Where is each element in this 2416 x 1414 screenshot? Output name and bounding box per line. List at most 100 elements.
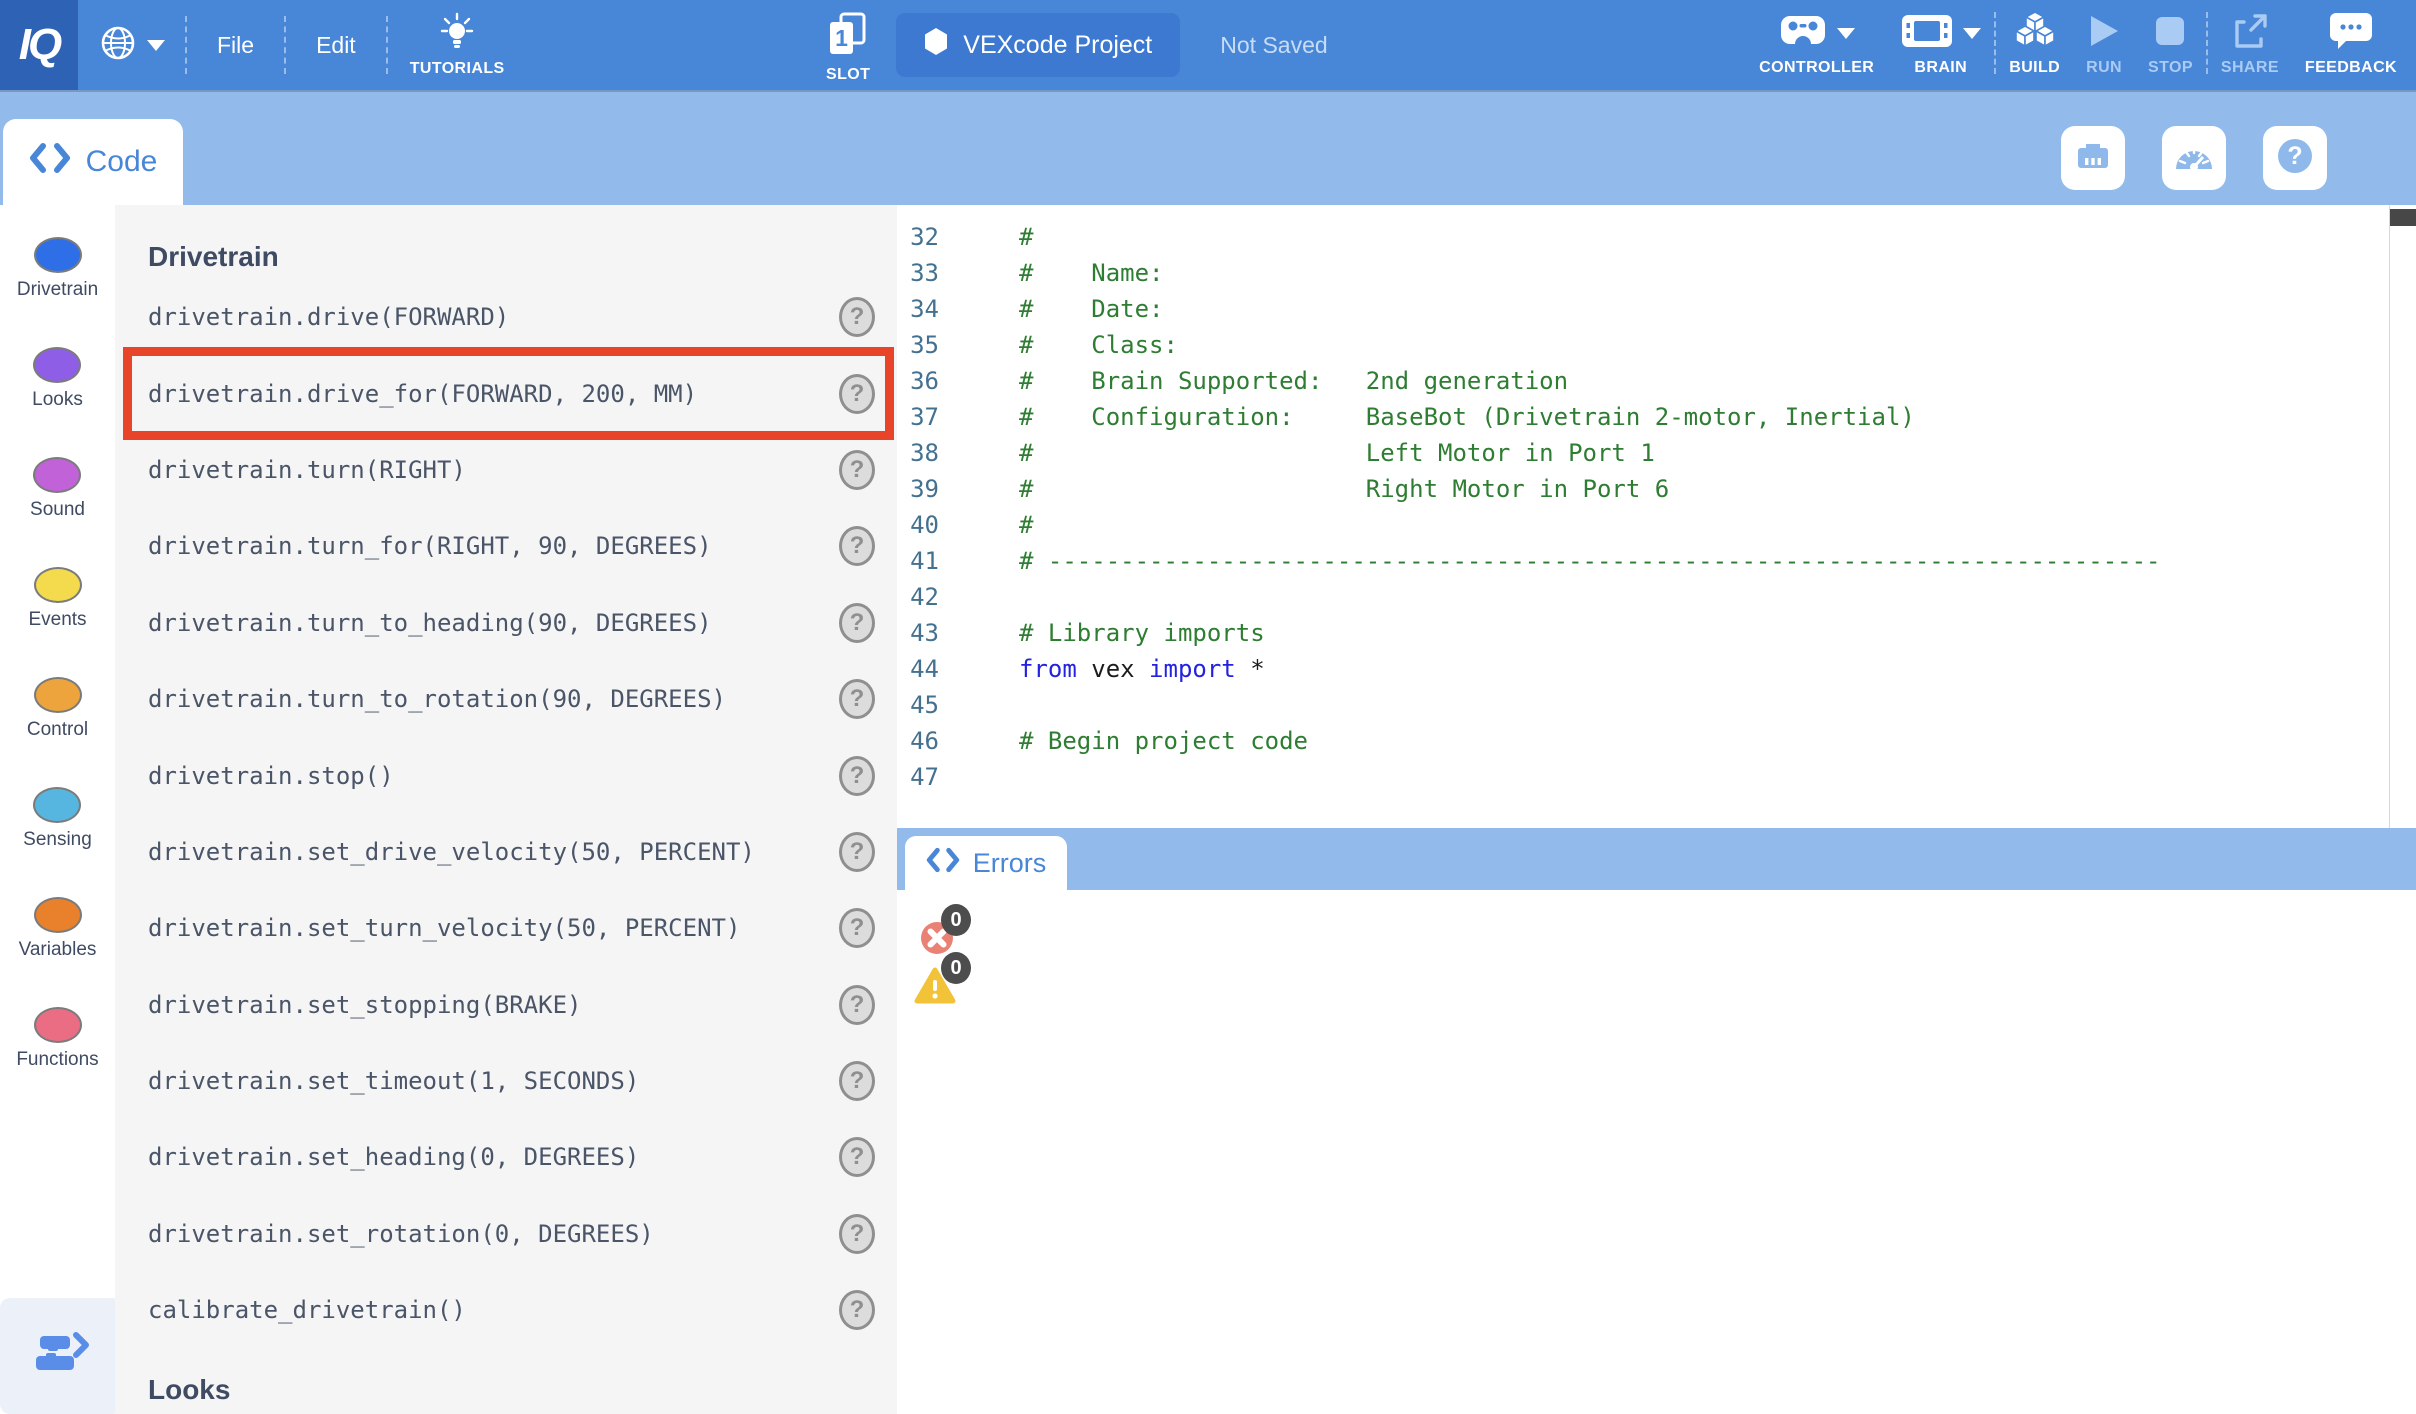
command-code[interactable]: drivetrain.set_heading(0, DEGREES) (148, 1143, 639, 1171)
command-code[interactable]: drivetrain.drive_for(FORWARD, 200, MM) (148, 380, 697, 408)
sidebar-category-item[interactable]: Looks (32, 337, 83, 447)
line-number: 33 (897, 255, 939, 291)
controller-button[interactable]: CONTROLLER (1746, 0, 1887, 90)
tab-code[interactable]: Code (3, 119, 183, 205)
command-help-icon[interactable]: ? (839, 526, 875, 566)
slot-button[interactable]: 1 SLOT (826, 6, 870, 84)
line-number: 34 (897, 291, 939, 327)
command-row[interactable]: drivetrain.turn_to_heading(90, DEGREES) … (115, 585, 897, 661)
device-info-button[interactable] (2061, 126, 2125, 190)
command-code[interactable]: drivetrain.set_drive_velocity(50, PERCEN… (148, 838, 755, 866)
blocks-swap-icon (32, 1331, 90, 1382)
brain-label: BRAIN (1914, 59, 1967, 77)
category-label: Events (28, 609, 86, 631)
feedback-button[interactable]: FEEDBACK (2292, 0, 2410, 90)
command-code[interactable]: drivetrain.set_timeout(1, SECONDS) (148, 1067, 639, 1095)
share-label: SHARE (2221, 59, 2279, 77)
editor-scrollbar-thumb[interactable] (2390, 209, 2416, 226)
command-code[interactable]: calibrate_drivetrain() (148, 1296, 466, 1324)
command-code[interactable]: drivetrain.turn_to_rotation(90, DEGREES) (148, 685, 726, 713)
question-mark-icon: ? (2273, 134, 2317, 183)
command-row[interactable]: drivetrain.set_turn_velocity(50, PERCENT… (115, 890, 897, 966)
tab-errors[interactable]: Errors (905, 836, 1067, 890)
command-row[interactable]: drivetrain.drive(FORWARD) ? (115, 279, 897, 355)
command-help-icon[interactable]: ? (839, 679, 875, 719)
code-line: 32 # (897, 219, 2416, 255)
line-number: 36 (897, 363, 939, 399)
command-code[interactable]: drivetrain.turn_to_heading(90, DEGREES) (148, 609, 712, 637)
command-code[interactable]: drivetrain.stop() (148, 762, 394, 790)
line-content: # Name: (1019, 255, 1164, 291)
command-row[interactable]: drivetrain.turn(RIGHT) ? (115, 432, 897, 508)
globe-icon (98, 23, 138, 68)
command-help-icon[interactable]: ? (839, 908, 875, 948)
tutorials-button[interactable]: TUTORIALS (388, 12, 527, 78)
switch-to-blocks-button[interactable] (0, 1298, 122, 1414)
build-button[interactable]: BUILD (1996, 0, 2073, 90)
command-code[interactable]: drivetrain.set_rotation(0, DEGREES) (148, 1220, 654, 1248)
command-help-icon[interactable]: ? (839, 985, 875, 1025)
command-code[interactable]: drivetrain.drive(FORWARD) (148, 303, 509, 331)
dashboard-button[interactable] (2162, 126, 2226, 190)
category-label: Control (27, 719, 88, 741)
line-number: 46 (897, 723, 939, 759)
line-content: # --------------------------------------… (1019, 543, 2161, 579)
command-help-icon[interactable]: ? (839, 603, 875, 643)
slot-icon: 1 (828, 12, 868, 63)
command-row[interactable]: drivetrain.set_stopping(BRAKE) ? (115, 967, 897, 1043)
category-list: Drivetrain Looks Sound Events (0, 205, 115, 1107)
command-row[interactable]: drivetrain.set_drive_velocity(50, PERCEN… (115, 814, 897, 890)
command-help-icon[interactable]: ? (839, 297, 875, 337)
category-label: Looks (32, 389, 83, 411)
sidebar-category-item[interactable]: Events (28, 557, 86, 667)
command-help-icon[interactable]: ? (839, 374, 875, 414)
command-help-icon[interactable]: ? (839, 1137, 875, 1177)
line-number: 37 (897, 399, 939, 435)
command-row[interactable]: drivetrain.set_heading(0, DEGREES) ? (115, 1119, 897, 1195)
brain-button[interactable]: BRAIN (1887, 0, 1994, 90)
sidebar-category-item[interactable]: Control (27, 667, 88, 777)
sidebar-category-item[interactable]: Sound (30, 447, 85, 557)
command-help-icon[interactable]: ? (839, 1290, 875, 1330)
project-name: VEXcode Project (963, 31, 1152, 60)
command-help-icon[interactable]: ? (839, 832, 875, 872)
command-help-icon[interactable]: ? (839, 1061, 875, 1101)
code-tag-icon (29, 143, 71, 181)
code-line: 47 (897, 759, 2416, 795)
command-code[interactable]: drivetrain.set_turn_velocity(50, PERCENT… (148, 914, 740, 942)
command-code[interactable]: drivetrain.turn_for(RIGHT, 90, DEGREES) (148, 532, 712, 560)
line-number: 40 (897, 507, 939, 543)
command-row[interactable]: drivetrain.drive_for(FORWARD, 200, MM) ? (115, 355, 897, 431)
command-code[interactable]: drivetrain.turn(RIGHT) (148, 456, 466, 484)
line-content: # Left Motor in Port 1 (1019, 435, 1655, 471)
menu-group-right: CONTROLLER (1746, 0, 2410, 90)
command-help-icon[interactable]: ? (839, 1214, 875, 1254)
command-help-icon[interactable]: ? (839, 450, 875, 490)
command-row[interactable]: drivetrain.set_timeout(1, SECONDS) ? (115, 1043, 897, 1119)
command-help-icon[interactable]: ? (839, 756, 875, 796)
sidebar-category-item[interactable]: Drivetrain (17, 227, 98, 337)
line-content: # (1019, 219, 1033, 255)
category-label: Sensing (23, 829, 92, 851)
chevron-down-icon (147, 40, 165, 51)
command-row[interactable]: drivetrain.turn_for(RIGHT, 90, DEGREES) … (115, 508, 897, 584)
stop-button: STOP (2135, 0, 2206, 90)
command-code[interactable]: drivetrain.set_stopping(BRAKE) (148, 991, 581, 1019)
code-editor[interactable]: 32 # 33 # Name: 34 # Date: 35 # Class: 3… (897, 205, 2416, 828)
command-row[interactable]: drivetrain.set_rotation(0, DEGREES) ? (115, 1196, 897, 1272)
code-line: 40 # (897, 507, 2416, 543)
build-label: BUILD (2009, 59, 2060, 77)
command-row[interactable]: drivetrain.stop() ? (115, 737, 897, 813)
command-row[interactable]: calibrate_drivetrain() ? (115, 1272, 897, 1348)
category-label: Variables (19, 939, 97, 961)
sidebar-category-item[interactable]: Variables (19, 887, 97, 997)
language-button[interactable] (78, 23, 185, 68)
line-content: # Brain Supported: 2nd generation (1019, 363, 1568, 399)
project-name-button[interactable]: VEXcode Project (896, 13, 1180, 77)
edit-menu[interactable]: Edit (286, 32, 386, 59)
help-button[interactable]: ? (2263, 126, 2327, 190)
command-row[interactable]: drivetrain.turn_to_rotation(90, DEGREES)… (115, 661, 897, 737)
sidebar-category-item[interactable]: Functions (16, 997, 98, 1107)
file-menu[interactable]: File (187, 32, 284, 59)
sidebar-category-item[interactable]: Sensing (23, 777, 92, 887)
